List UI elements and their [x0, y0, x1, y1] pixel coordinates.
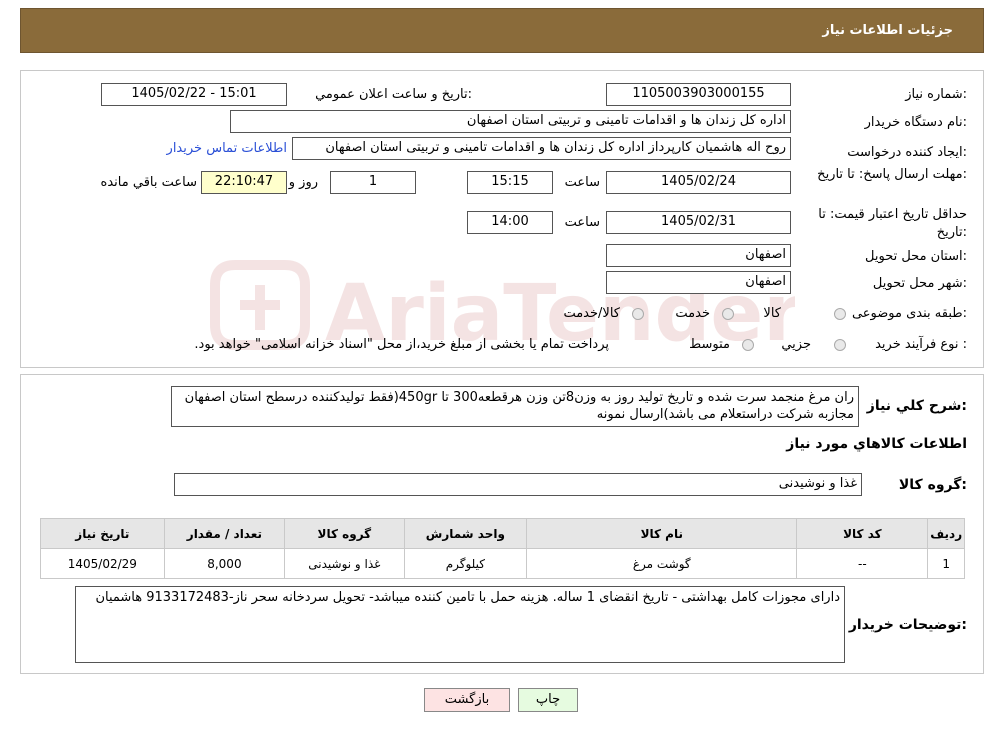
creator-label: ايجاد کننده درخواست:	[847, 145, 967, 160]
buyer-org-field: اداره کل زندان ها و اقدامات تامینی و ترب…	[230, 110, 791, 133]
price-valid-time-label: ساعت	[564, 215, 600, 230]
print-button[interactable]: چاپ	[518, 688, 578, 712]
buyer-notes-field[interactable]: دارای مجوزات کامل بهداشتی - تاریخ انقضای…	[75, 586, 845, 663]
buyer-org-label: نام دستگاه خريدار:	[864, 115, 967, 130]
days-label: روز و	[288, 175, 318, 190]
buyer-notes-label: توضيحات خريدار:	[848, 617, 967, 633]
province-field: اصفهان	[606, 244, 791, 267]
price-valid-label: حداقل تاريخ اعتبار قيمت: تا تاريخ:	[818, 207, 967, 240]
price-valid-date-field: 1405/02/31	[606, 211, 791, 234]
category-option-both: کالا/خدمت	[563, 306, 620, 321]
page-title: جزئیات اطلاعات نیاز	[822, 23, 953, 38]
col-header-code: کد کالا	[796, 518, 929, 549]
table-row: 1 -- گوشت مرغ کیلوگرم غذا و نوشیدنی 8,00…	[40, 548, 965, 579]
col-header-unit: واحد شمارش	[403, 518, 528, 549]
cell-date: 1405/02/29	[40, 548, 165, 579]
reply-deadline-label: مهلت ارسال پاسخ: تا تاريخ:	[817, 167, 967, 182]
cell-group: غذا و نوشیدنی	[284, 548, 405, 579]
goods-group-label: گروه کالا:	[898, 477, 967, 493]
col-header-group: گروه کالا	[284, 518, 405, 549]
remaining-time-field: 22:10:47	[201, 171, 287, 194]
col-header-row-number: رديف	[927, 518, 965, 549]
reply-time-label: ساعت	[564, 175, 600, 190]
reply-date-field: 1405/02/24	[606, 171, 791, 194]
back-button[interactable]: بازگشت	[424, 688, 510, 712]
cell-quantity: 8,000	[163, 548, 286, 579]
process-option-minor: جزيي	[781, 337, 811, 352]
goods-group-field: غذا و نوشیدنی	[174, 473, 862, 496]
announce-field: 1405/02/22 - 15:01	[101, 83, 287, 106]
need-number-label: شماره نياز:	[905, 87, 967, 102]
category-radio-service[interactable]	[722, 308, 734, 320]
process-radio-medium[interactable]	[742, 339, 754, 351]
goods-info-title: اطلاعات کالاهاي مورد نياز	[786, 436, 967, 452]
process-radio-minor[interactable]	[834, 339, 846, 351]
buyer-contact-link[interactable]: اطلاعات تماس خريدار	[167, 141, 287, 156]
province-label: استان محل تحويل:	[865, 249, 967, 264]
goods-table: رديف کد کالا نام کالا واحد شمارش گروه کا…	[40, 518, 965, 579]
category-option-service: خدمت	[675, 306, 710, 321]
announce-label: تاريخ و ساعت اعلان عمومي:	[315, 87, 472, 102]
col-header-name: نام کالا	[526, 518, 798, 549]
cell-name: گوشت مرغ	[526, 548, 798, 579]
price-valid-time-field: 14:00	[467, 211, 553, 234]
table-header-row: رديف کد کالا نام کالا واحد شمارش گروه کا…	[40, 518, 965, 549]
reply-time-field: 15:15	[467, 171, 553, 194]
page-header: جزئیات اطلاعات نیاز	[20, 8, 984, 53]
creator-field: روح اله هاشمیان کارپرداز اداره کل زندان …	[292, 137, 791, 160]
days-field: 1	[330, 171, 416, 194]
cell-code: --	[796, 548, 929, 579]
category-option-goods: کالا	[763, 306, 781, 321]
need-number-field: 1105003903000155	[606, 83, 791, 106]
city-field: اصفهان	[606, 271, 791, 294]
city-label: شهر محل تحويل:	[872, 276, 967, 291]
col-header-quantity: تعداد / مقدار	[163, 518, 286, 549]
process-option-medium: متوسط	[689, 337, 730, 352]
category-radio-goods[interactable]	[834, 308, 846, 320]
category-label: طبقه بندی موضوعی:	[851, 306, 967, 321]
category-radio-both[interactable]	[632, 308, 644, 320]
process-label: نوع فرآيند خريد :	[875, 337, 967, 352]
process-note: پرداخت تمام يا بخشی از مبلغ خريد،از محل …	[194, 337, 609, 352]
cell-unit: کیلوگرم	[403, 548, 528, 579]
col-header-date: تاريخ نياز	[40, 518, 165, 549]
remaining-time-label: ساعت باقي مانده	[100, 175, 197, 190]
description-label: شرح کلي نياز:	[866, 398, 967, 414]
description-field[interactable]: ران مرغ منجمد سرت شده و تاریخ تولید روز …	[171, 386, 859, 427]
cell-row-number: 1	[927, 548, 965, 579]
